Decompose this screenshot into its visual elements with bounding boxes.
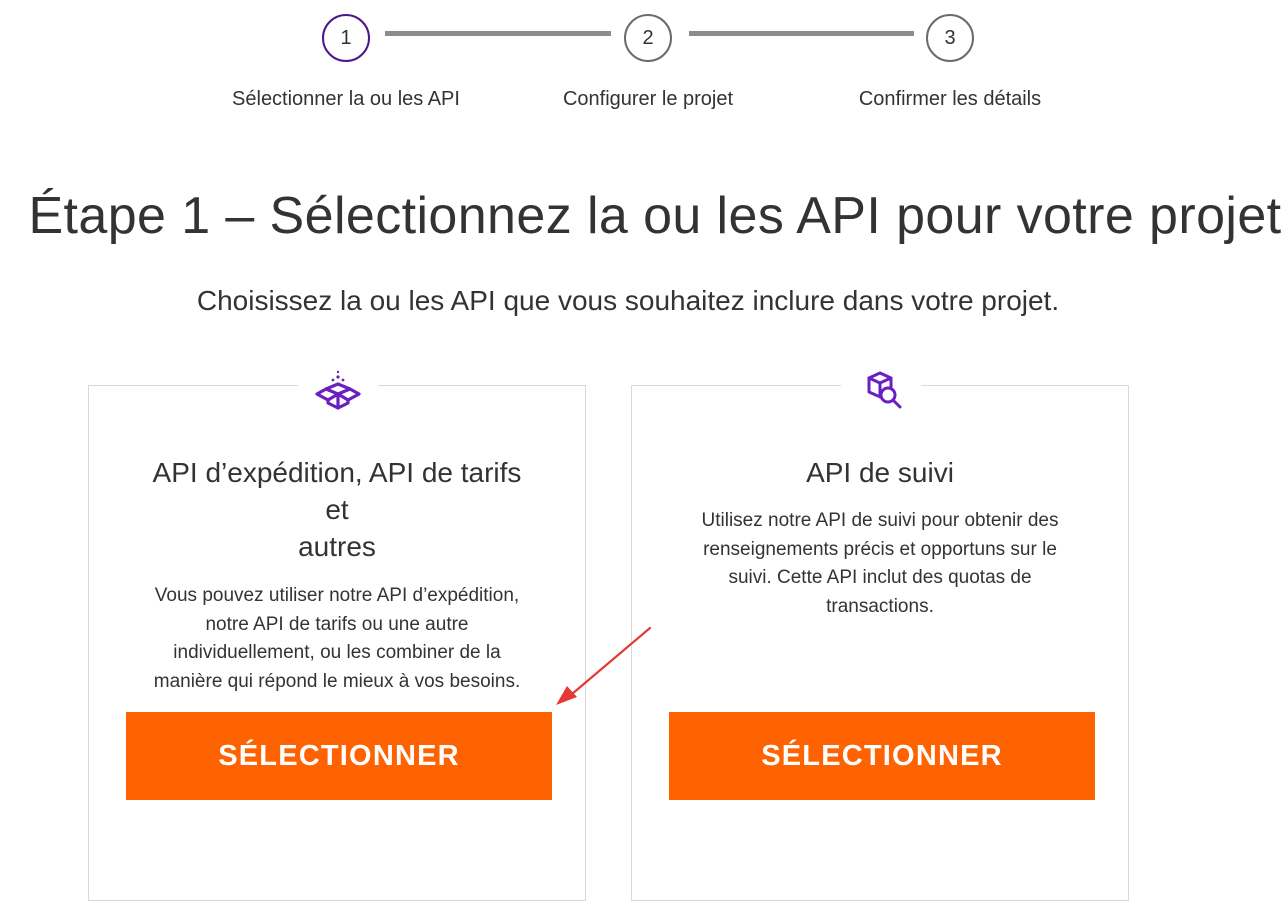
card-description-line: individuellement, ou les combiner de la	[173, 642, 501, 663]
card-description: Vous pouvez utiliser notre API d’expédit…	[109, 582, 565, 696]
card-description: Utilisez notre API de suivi pour obtenir…	[652, 507, 1108, 621]
card-description-line: suivi. Cette API inclut des quotas de	[728, 567, 1032, 588]
step-3-label: Confirmer les détails	[858, 88, 1042, 110]
page-title: Étape 1 – Sélectionnez la ou les API pou…	[28, 187, 1282, 245]
card-title: API d’expédition, API de tarifs et autre…	[109, 454, 565, 565]
page-subtitle: Choisissez la ou les API que vous souhai…	[196, 285, 1060, 316]
card-title-line: autres	[298, 531, 376, 562]
step-3-indicator: 3	[926, 14, 974, 62]
card-description-line: Vous pouvez utiliser notre API d’expédit…	[154, 585, 520, 606]
card-title-line: API de suivi	[806, 457, 954, 488]
open-box-icon	[298, 370, 378, 410]
step-2-label: Configurer le projet	[562, 88, 734, 110]
step-connector	[689, 31, 914, 36]
card-description-line: manière qui répond le mieux à vos besoin…	[153, 670, 521, 692]
select-shipping-api-button[interactable]: SÉLECTIONNER	[126, 712, 552, 800]
card-description-line: Utilisez notre API de suivi pour obtenir…	[701, 510, 1059, 531]
api-card-tracking: API de suivi Utilisez notre API de suivi…	[631, 370, 1129, 901]
api-card-shipping-rates: API d’expédition, API de tarifs et autre…	[88, 370, 586, 901]
step-1-label: Sélectionner la ou les API	[232, 88, 460, 110]
step-number: 1	[340, 26, 352, 49]
card-description-line: notre API de tarifs ou une autre	[205, 613, 469, 635]
card-description-line: transactions.	[826, 595, 934, 617]
package-search-icon	[841, 370, 921, 410]
step-connector	[385, 31, 611, 36]
card-title-line: API d’expédition, API de tarifs	[152, 457, 522, 488]
step-number: 2	[642, 26, 654, 49]
step-2-indicator: 2	[624, 14, 672, 62]
card-title: API de suivi	[652, 454, 1108, 491]
step-number: 3	[944, 26, 956, 49]
card-title-line: et	[325, 494, 349, 525]
card-description-line: renseignements précis et opportuns sur l…	[703, 538, 1057, 560]
step-1-indicator: 1	[322, 14, 370, 62]
select-tracking-api-button[interactable]: SÉLECTIONNER	[669, 712, 1095, 800]
